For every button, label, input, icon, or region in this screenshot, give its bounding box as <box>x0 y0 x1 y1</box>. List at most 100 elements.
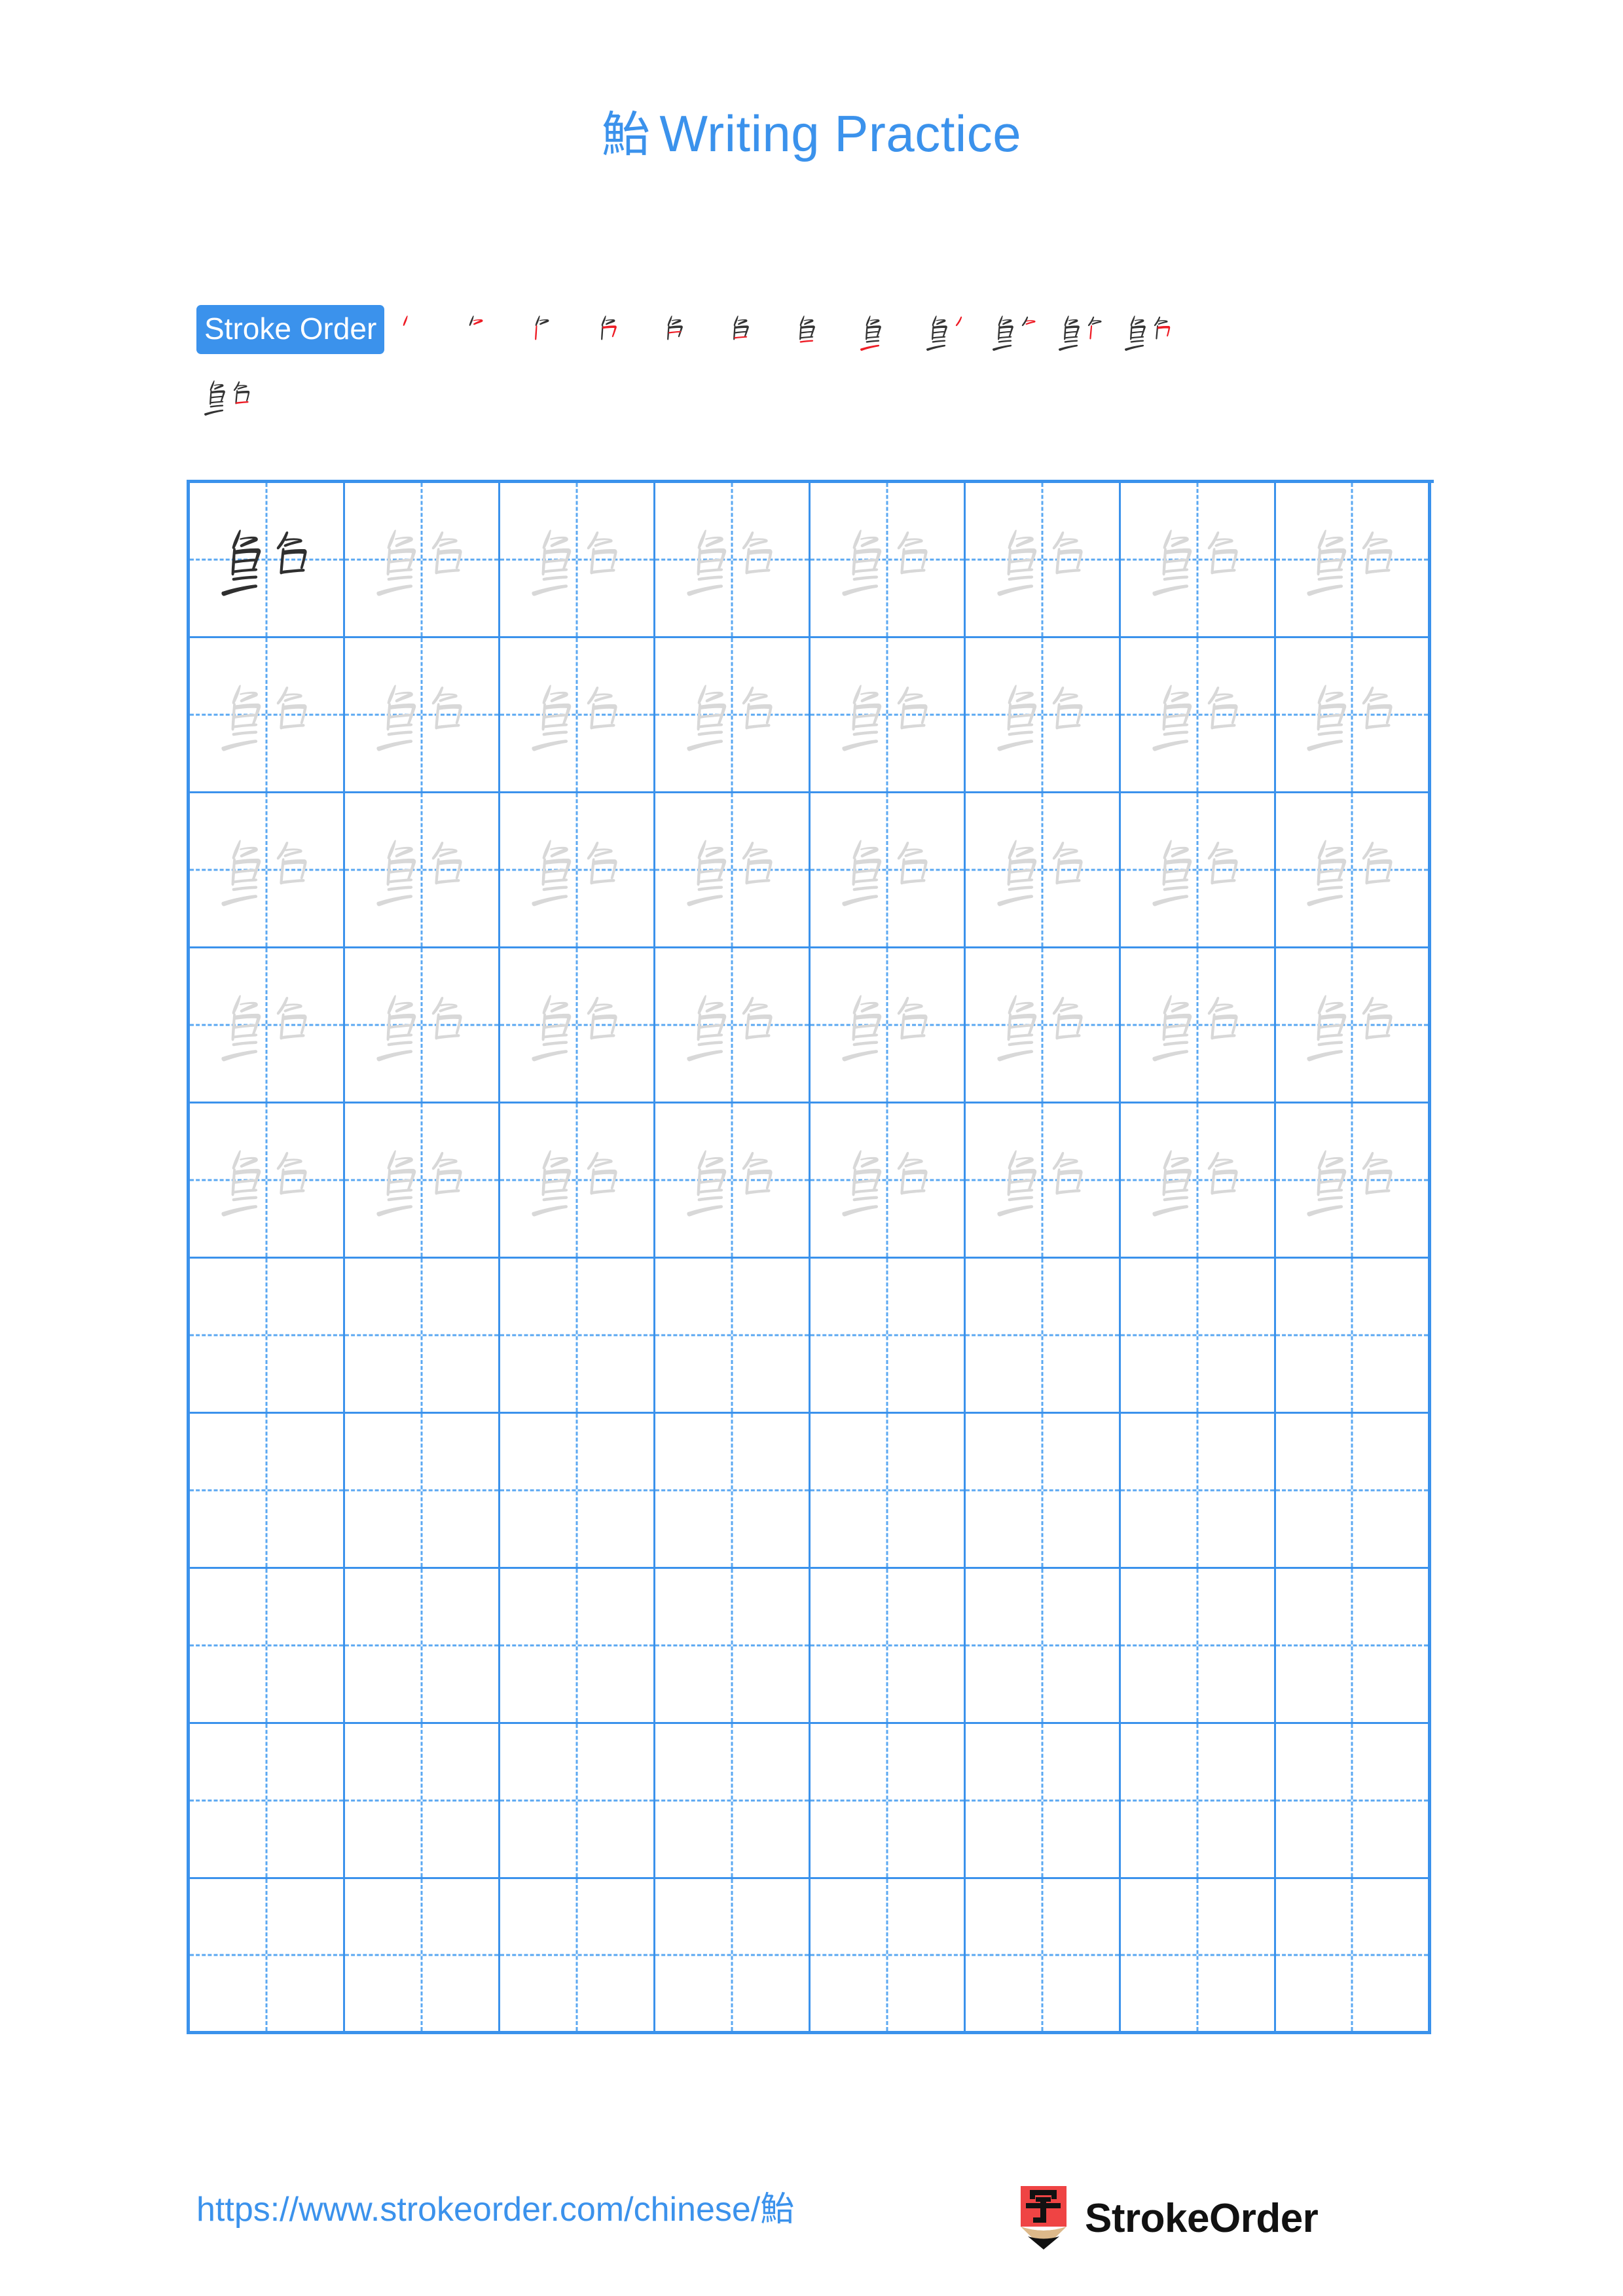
grid-cell-r5-c4[interactable] <box>655 1103 811 1259</box>
grid-cell-r2-c3[interactable] <box>500 638 655 793</box>
grid-cell-r7-c1[interactable] <box>190 1414 345 1569</box>
grid-cell-r4-c8[interactable] <box>1276 948 1431 1103</box>
grid-cell-r7-c5[interactable] <box>811 1414 966 1569</box>
grid-cell-r2-c2[interactable] <box>345 638 500 793</box>
grid-cell-r9-c7[interactable] <box>1121 1724 1276 1879</box>
grid-cell-r3-c1[interactable] <box>190 793 345 948</box>
grid-cell-r7-c4[interactable] <box>655 1414 811 1569</box>
trace-character <box>966 638 1119 791</box>
grid-cell-r1-c6[interactable] <box>966 483 1121 638</box>
grid-cell-r5-c6[interactable] <box>966 1103 1121 1259</box>
grid-cell-r8-c5[interactable] <box>811 1569 966 1724</box>
trace-character <box>345 948 498 1102</box>
grid-cell-r6-c1[interactable] <box>190 1259 345 1414</box>
grid-cell-r2-c6[interactable] <box>966 638 1121 793</box>
grid-cell-r1-c3[interactable] <box>500 483 655 638</box>
grid-cell-r4-c4[interactable] <box>655 948 811 1103</box>
grid-cell-r4-c1[interactable] <box>190 948 345 1103</box>
grid-cell-r9-c4[interactable] <box>655 1724 811 1879</box>
grid-cell-r2-c1[interactable] <box>190 638 345 793</box>
grid-cell-r1-c7[interactable] <box>1121 483 1276 638</box>
grid-cell-r6-c8[interactable] <box>1276 1259 1431 1414</box>
grid-cell-r4-c7[interactable] <box>1121 948 1276 1103</box>
grid-cell-r8-c6[interactable] <box>966 1569 1121 1724</box>
grid-cell-r4-c2[interactable] <box>345 948 500 1103</box>
grid-cell-r2-c8[interactable] <box>1276 638 1431 793</box>
grid-cell-r10-c7[interactable] <box>1121 1879 1276 2034</box>
grid-cell-r8-c1[interactable] <box>190 1569 345 1724</box>
grid-cell-r4-c5[interactable] <box>811 948 966 1103</box>
grid-cell-r4-c6[interactable] <box>966 948 1121 1103</box>
brand-lockup[interactable]: StrokeOrder <box>1017 2186 1319 2251</box>
trace-character <box>500 638 653 791</box>
grid-cell-r2-c7[interactable] <box>1121 638 1276 793</box>
grid-cell-r10-c2[interactable] <box>345 1879 500 2034</box>
grid-cell-r5-c5[interactable] <box>811 1103 966 1259</box>
grid-cell-r8-c8[interactable] <box>1276 1569 1431 1724</box>
stroke-step-5 <box>653 298 719 365</box>
grid-cell-r3-c8[interactable] <box>1276 793 1431 948</box>
grid-cell-r9-c2[interactable] <box>345 1724 500 1879</box>
trace-character <box>966 483 1119 636</box>
grid-cell-r3-c2[interactable] <box>345 793 500 948</box>
grid-cell-r10-c5[interactable] <box>811 1879 966 2034</box>
grid-cell-r6-c5[interactable] <box>811 1259 966 1414</box>
grid-cell-r1-c8[interactable] <box>1276 483 1431 638</box>
stroke-step-list <box>388 305 1182 365</box>
grid-cell-r9-c5[interactable] <box>811 1724 966 1879</box>
grid-cell-r6-c3[interactable] <box>500 1259 655 1414</box>
trace-character <box>500 483 653 636</box>
grid-cell-r6-c2[interactable] <box>345 1259 500 1414</box>
grid-cell-r1-c2[interactable] <box>345 483 500 638</box>
grid-cell-r8-c3[interactable] <box>500 1569 655 1724</box>
grid-cell-r3-c7[interactable] <box>1121 793 1276 948</box>
grid-cell-r9-c6[interactable] <box>966 1724 1121 1879</box>
grid-cell-r3-c5[interactable] <box>811 793 966 948</box>
grid-cell-r3-c6[interactable] <box>966 793 1121 948</box>
grid-cell-r9-c8[interactable] <box>1276 1724 1431 1879</box>
grid-cell-r10-c3[interactable] <box>500 1879 655 2034</box>
grid-cell-r2-c4[interactable] <box>655 638 811 793</box>
grid-cell-r7-c8[interactable] <box>1276 1414 1431 1569</box>
grid-cell-r10-c1[interactable] <box>190 1879 345 2034</box>
grid-cell-r3-c3[interactable] <box>500 793 655 948</box>
grid-cell-r1-c4[interactable] <box>655 483 811 638</box>
grid-cell-r10-c6[interactable] <box>966 1879 1121 2034</box>
grid-cell-r8-c2[interactable] <box>345 1569 500 1724</box>
grid-cell-r9-c1[interactable] <box>190 1724 345 1879</box>
trace-character <box>655 1103 809 1257</box>
grid-cell-r2-c5[interactable] <box>811 638 966 793</box>
grid-cell-r10-c8[interactable] <box>1276 1879 1431 2034</box>
grid-cell-r7-c6[interactable] <box>966 1414 1121 1569</box>
stroke-step-9 <box>917 298 983 365</box>
grid-cell-r6-c7[interactable] <box>1121 1259 1276 1414</box>
trace-character <box>966 948 1119 1102</box>
grid-cell-r7-c3[interactable] <box>500 1414 655 1569</box>
trace-character <box>190 793 343 946</box>
grid-cell-r6-c6[interactable] <box>966 1259 1121 1414</box>
stroke-step-4 <box>587 298 653 365</box>
grid-cell-r10-c4[interactable] <box>655 1879 811 2034</box>
grid-cell-r1-c1[interactable] <box>190 483 345 638</box>
stroke-step-3 <box>520 298 587 365</box>
grid-cell-r6-c4[interactable] <box>655 1259 811 1414</box>
grid-cell-r5-c7[interactable] <box>1121 1103 1276 1259</box>
grid-cell-r4-c3[interactable] <box>500 948 655 1103</box>
grid-cell-r7-c7[interactable] <box>1121 1414 1276 1569</box>
stroke-step-13 <box>195 363 261 429</box>
grid-cell-r5-c8[interactable] <box>1276 1103 1431 1259</box>
grid-cell-r3-c4[interactable] <box>655 793 811 948</box>
grid-cell-r5-c1[interactable] <box>190 1103 345 1259</box>
page-title-character: 鮐 <box>601 107 651 162</box>
grid-cell-r5-c3[interactable] <box>500 1103 655 1259</box>
grid-cell-r5-c2[interactable] <box>345 1103 500 1259</box>
page-title-text: Writing Practice <box>659 105 1022 162</box>
source-url-link[interactable]: https://www.strokeorder.com/chinese/鮐 <box>196 2193 794 2227</box>
trace-character <box>1121 483 1274 636</box>
grid-cell-r1-c5[interactable] <box>811 483 966 638</box>
grid-cell-r9-c3[interactable] <box>500 1724 655 1879</box>
grid-cell-r7-c2[interactable] <box>345 1414 500 1569</box>
trace-character <box>500 1103 653 1257</box>
grid-cell-r8-c4[interactable] <box>655 1569 811 1724</box>
grid-cell-r8-c7[interactable] <box>1121 1569 1276 1724</box>
